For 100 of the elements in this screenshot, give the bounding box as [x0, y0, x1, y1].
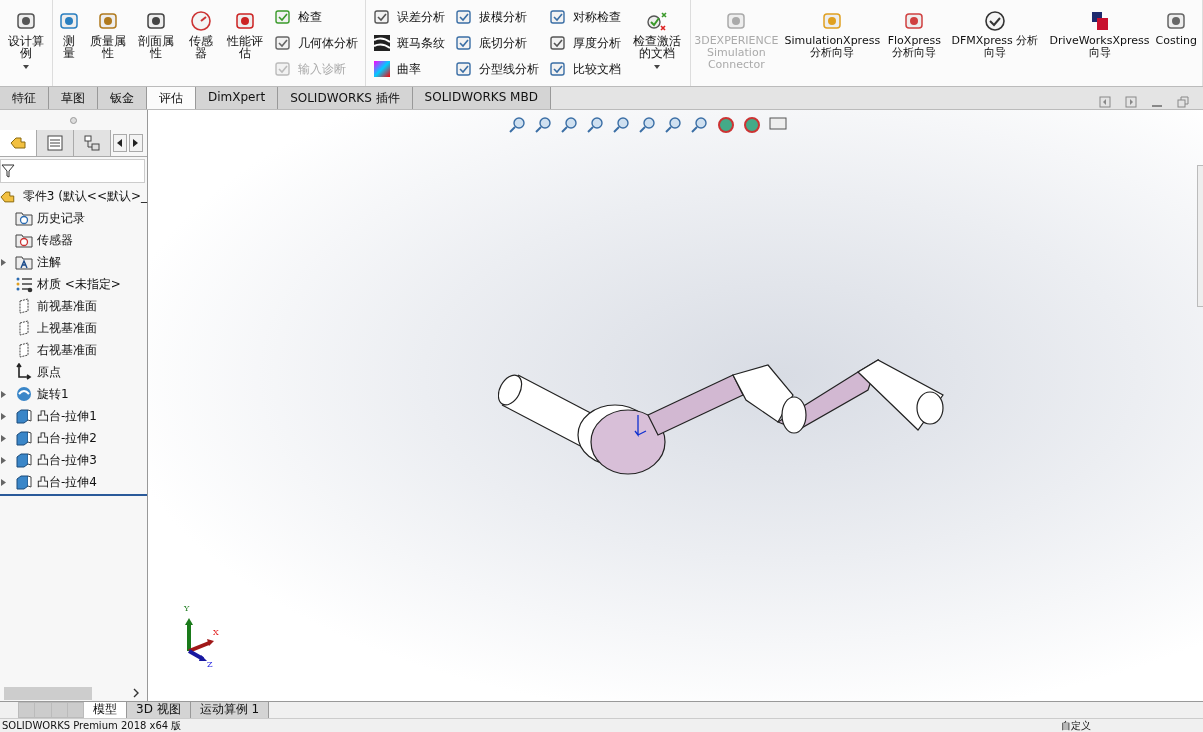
model-tab[interactable]: 运动算例 1	[190, 702, 270, 718]
check-box-icon	[549, 8, 568, 26]
gauge-icon	[189, 10, 212, 32]
expand-arrow-icon[interactable]	[1, 456, 6, 464]
ribbon-button[interactable]: FloXpress 分析向导	[886, 4, 943, 61]
ribbon-button[interactable]: Costing	[1153, 4, 1199, 49]
status-text: SOLIDWORKS Premium 2018 x64 版	[2, 719, 182, 732]
panel-tab[interactable]	[0, 130, 37, 156]
panel-tab[interactable]	[37, 130, 74, 156]
ribbon-button[interactable]: 剖面属性	[133, 4, 180, 61]
ribbon-button[interactable]: 传感器	[181, 4, 221, 61]
ribbon-button[interactable]: 测量	[55, 4, 84, 61]
ribbon-button[interactable]: 对称检查	[549, 6, 622, 28]
filter-icon	[1, 164, 15, 178]
tree-item[interactable]: 上视基准面	[37, 319, 97, 337]
folder-clock-icon	[15, 209, 33, 227]
origin-axes-icon	[15, 363, 33, 381]
tree-item[interactable]: 历史记录	[37, 209, 85, 227]
magnifier-icon[interactable]	[586, 115, 606, 135]
expand-arrow-icon[interactable]	[1, 390, 6, 398]
check-box-icon	[274, 8, 293, 26]
ribbon-button[interactable]: 分型线分析	[455, 58, 540, 80]
extrude-cube-icon	[15, 451, 33, 469]
ribbon-tab[interactable]: 特征	[0, 87, 49, 109]
tree-item[interactable]: 原点	[37, 363, 61, 381]
tree-item[interactable]: 凸台-拉伸1	[37, 407, 97, 425]
sphere-icon[interactable]	[742, 115, 762, 135]
tree-item[interactable]: 凸台-拉伸4	[37, 473, 97, 491]
check-box-icon	[274, 60, 293, 78]
ribbon-button[interactable]: 误差分析	[373, 6, 446, 28]
ribbon-tab[interactable]: 评估	[147, 87, 196, 109]
ribbon-button[interactable]: 几何体分析	[274, 32, 359, 54]
axis-label: X	[213, 629, 219, 637]
check-marks-icon	[646, 10, 669, 32]
filter-field[interactable]	[0, 159, 145, 183]
tree-item[interactable]: 注解	[37, 253, 61, 271]
extrude-cube-icon	[15, 407, 33, 425]
ribbon-button[interactable]: SimulationXpress 分析向导	[780, 4, 885, 61]
zoom-to-fit-icon[interactable]	[508, 115, 528, 135]
ribbon-button[interactable]: 性能评估	[222, 4, 269, 61]
ribbon-button[interactable]: DFMXpress 分析向导	[944, 4, 1046, 61]
pane-right-icon[interactable]	[1125, 96, 1137, 108]
axis-label: Z	[207, 661, 213, 669]
part-icon	[9, 134, 27, 152]
model-tab[interactable]: 3D 视图	[127, 702, 191, 718]
tree-item[interactable]: 凸台-拉伸2	[37, 429, 97, 447]
scroll-left-button[interactable]	[113, 134, 127, 152]
gradient-square-icon	[373, 60, 392, 78]
magnifier-icon[interactable]	[664, 115, 684, 135]
ribbon-button[interactable]: DriveWorksXpress 向导	[1047, 4, 1152, 61]
tree-item[interactable]: 前视基准面	[37, 297, 97, 315]
expand-arrow-icon[interactable]	[1, 434, 6, 442]
dropdown-caret-icon[interactable]	[22, 65, 29, 69]
magnifier-icon[interactable]	[690, 115, 710, 135]
ribbon-button[interactable]: 检查	[274, 6, 359, 28]
check-circle-icon	[983, 10, 1006, 32]
tree-item[interactable]: 右视基准面	[37, 341, 97, 359]
ribbon-button[interactable]: 拔模分析	[455, 6, 540, 28]
expand-arrow-icon[interactable]	[1, 478, 6, 486]
revolve-icon	[15, 385, 33, 403]
magnifier-icon[interactable]	[560, 115, 580, 135]
folder-gauge-icon	[15, 231, 33, 249]
sphere-icon[interactable]	[716, 115, 736, 135]
ribbon-tab[interactable]: SOLIDWORKS MBD	[412, 87, 551, 109]
ribbon-button[interactable]: 质量属性	[85, 4, 132, 61]
dropdown-caret-icon[interactable]	[654, 65, 661, 69]
ribbon-button[interactable]: 斑马条纹	[373, 32, 446, 54]
tree-item[interactable]: 凸台-拉伸3	[37, 451, 97, 469]
ribbon-tab[interactable]: 草图	[49, 87, 98, 109]
material-list-icon	[15, 275, 33, 293]
check-box-icon	[455, 8, 474, 26]
tree-item[interactable]: 旋转1	[37, 385, 69, 403]
ribbon-button[interactable]: 比较文档	[549, 58, 622, 80]
hierarchy-icon	[83, 134, 101, 152]
ribbon-tab[interactable]: DimXpert	[196, 87, 279, 109]
expand-arrow-icon[interactable]	[1, 412, 6, 420]
scroll-right-button[interactable]	[129, 134, 143, 152]
list-icon	[46, 134, 64, 152]
model-tab[interactable]: 模型	[84, 702, 127, 718]
scrollbar-thumb[interactable]	[4, 686, 92, 700]
magnifier-icon[interactable]	[612, 115, 632, 135]
splitter-handle-icon[interactable]	[70, 116, 77, 124]
zoom-area-icon[interactable]	[534, 115, 554, 135]
pane-left-icon[interactable]	[1099, 96, 1111, 108]
ribbon-button[interactable]: 设计算例	[3, 4, 49, 71]
tree-item[interactable]: 传感器	[37, 231, 73, 249]
ribbon-button[interactable]: 检查激活的文档	[627, 4, 688, 71]
tree-item[interactable]: 材质 <未指定>	[37, 275, 121, 293]
scroll-right-icon[interactable]	[132, 688, 140, 698]
folder-icon	[15, 253, 33, 271]
ribbon-button[interactable]: 厚度分析	[549, 32, 622, 54]
ribbon-button[interactable]: 曲率	[373, 58, 446, 80]
left-arrow-icon	[117, 139, 123, 147]
units-setting[interactable]: 自定义	[1061, 719, 1091, 732]
expand-arrow-icon[interactable]	[1, 258, 6, 266]
magnifier-icon[interactable]	[638, 115, 658, 135]
ribbon-button[interactable]: 底切分析	[455, 32, 540, 54]
tree-item[interactable]: 零件3 (默认<<默认>_	[22, 187, 147, 205]
ribbon-tab[interactable]: SOLIDWORKS 插件	[278, 87, 413, 109]
ribbon-tab[interactable]: 钣金	[98, 87, 147, 109]
